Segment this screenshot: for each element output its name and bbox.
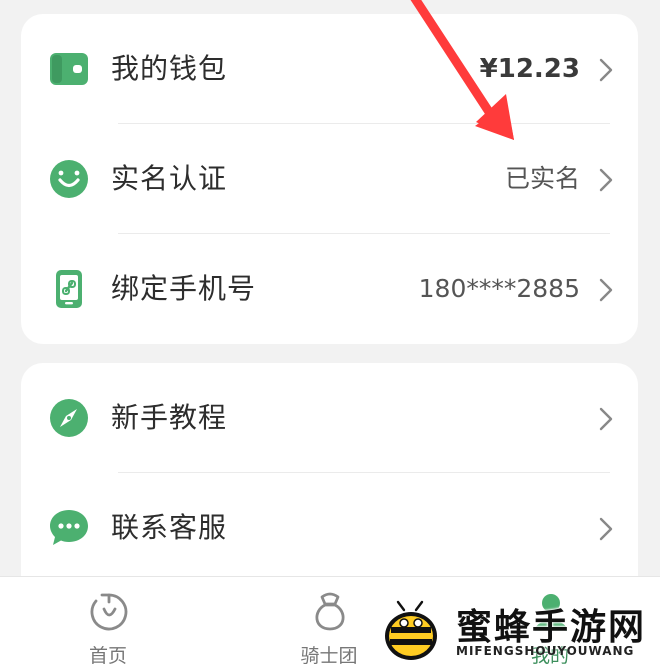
chevron-right-icon: [599, 517, 613, 541]
wallet-label: 我的钱包: [111, 52, 228, 85]
bind-phone-row[interactable]: 绑定手机号 180****2885: [21, 234, 638, 344]
wallet-row[interactable]: 我的钱包 ¥12.23: [21, 14, 638, 124]
home-refresh-icon: [90, 593, 128, 631]
watermark-title: 蜜蜂手游网: [456, 607, 647, 648]
tutorial-row[interactable]: 新手教程: [21, 363, 638, 473]
watermark-subtitle: MIFENGSHOUYOUWANG: [456, 644, 635, 658]
customer-service-label: 联系客服: [111, 511, 228, 544]
bound-phone-number: 180****2885: [418, 274, 580, 303]
tab-home[interactable]: 首页: [38, 577, 178, 669]
chevron-right-icon: [599, 278, 613, 302]
wallet-icon: [50, 53, 88, 85]
bee-logo-icon: [385, 600, 437, 660]
wallet-balance: ¥12.23: [479, 54, 580, 84]
bind-phone-label: 绑定手机号: [111, 272, 257, 305]
account-card: 我的钱包 ¥12.23 实名认证 已实名 绑定手机号 180****2885: [21, 14, 638, 344]
chevron-right-icon: [599, 58, 613, 82]
chevron-right-icon: [599, 168, 613, 192]
customer-service-row[interactable]: 联系客服: [21, 473, 638, 583]
phone-link-icon: [56, 270, 82, 308]
site-watermark: 蜜蜂手游网 MIFENGSHOUYOUWANG: [370, 592, 660, 668]
compass-icon: [50, 399, 88, 437]
smile-verify-icon: [50, 160, 88, 198]
knight-bag-icon: [315, 592, 345, 631]
help-card: 新手教程 联系客服: [21, 363, 638, 603]
tab-home-label: 首页: [88, 645, 127, 667]
chat-bubble-icon: [50, 510, 88, 545]
real-name-row[interactable]: 实名认证 已实名: [21, 124, 638, 234]
chevron-right-icon: [599, 407, 613, 431]
tutorial-label: 新手教程: [111, 401, 228, 434]
real-name-label: 实名认证: [111, 162, 228, 195]
real-name-status: 已实名: [504, 164, 580, 193]
